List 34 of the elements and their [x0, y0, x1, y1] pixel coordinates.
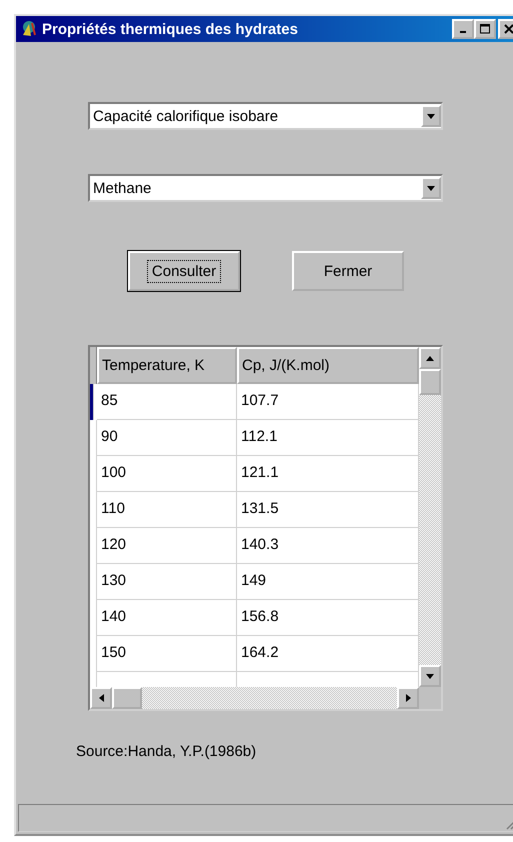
left-arrow-icon: [98, 694, 104, 702]
up-arrow-icon: [426, 356, 434, 360]
down-arrow-icon: [426, 674, 434, 678]
table-cell: 140: [97, 600, 237, 636]
maximize-button[interactable]: [474, 19, 496, 39]
table-cell: 90: [97, 420, 237, 456]
right-arrow-icon: [406, 694, 410, 702]
app-icon: [20, 20, 38, 38]
dropdown[interactable]: Methane: [88, 174, 443, 202]
caret-icon: [427, 186, 435, 190]
table-cell: 120: [97, 528, 237, 564]
window-title: Propriétés thermiques des hydrates: [42, 20, 299, 38]
table-cell: 150: [97, 636, 237, 672]
table-cell: 130: [97, 564, 237, 600]
scrollbar-corner: [419, 687, 441, 709]
caret-icon: [427, 114, 435, 118]
column-header[interactable]: Cp, J/(K.mol): [237, 347, 419, 384]
minimize-button[interactable]: [452, 19, 474, 39]
column-header[interactable]: Temperature, K: [97, 347, 237, 384]
push-button[interactable]: Fermer: [292, 251, 404, 291]
table-cell: 110: [97, 492, 237, 528]
push-button[interactable]: Consulter: [128, 251, 240, 291]
close-icon: [504, 24, 513, 34]
scroll-thumb[interactable]: [419, 369, 441, 395]
dropdown[interactable]: Capacité calorifique isobare: [88, 102, 443, 130]
header-corner: [90, 347, 97, 384]
horizontal-scrollbar[interactable]: [90, 687, 441, 709]
scroll-thumb[interactable]: [112, 687, 142, 709]
table-cell: 100: [97, 456, 237, 492]
maximize-icon: [480, 24, 490, 34]
vertical-scrollbar[interactable]: [419, 347, 441, 687]
source-text: Source:Handa, Y.P.(1986b): [76, 743, 258, 760]
table-cell: 85: [97, 384, 237, 420]
minimize-icon: [460, 31, 466, 33]
